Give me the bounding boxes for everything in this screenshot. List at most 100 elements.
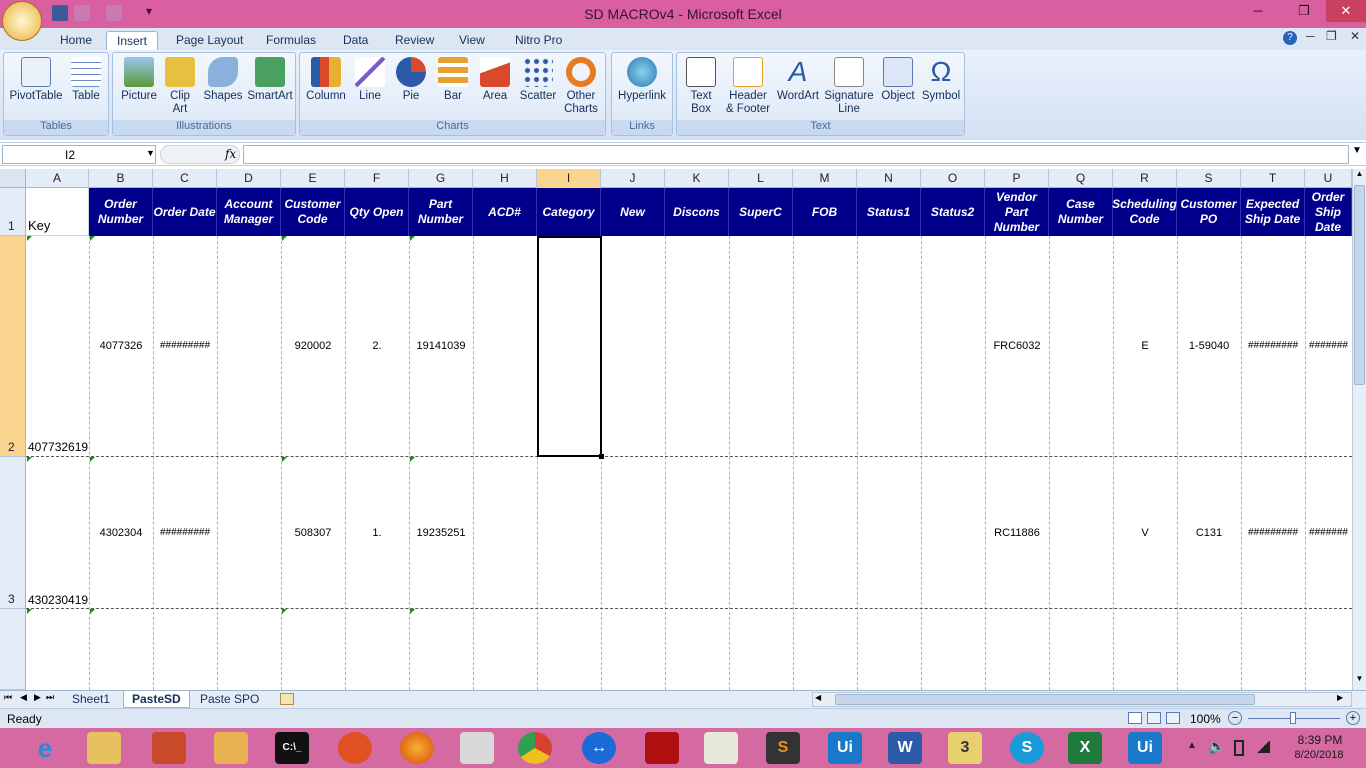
tab-page-layout[interactable]: Page Layout [166, 31, 253, 50]
cell-t2[interactable]: ######### [1241, 340, 1305, 351]
horizontal-scrollbar[interactable]: ◀ ▶ [812, 692, 1352, 707]
header-expected-ship-date[interactable]: Expected Ship Date [1241, 188, 1305, 236]
header-customer-code[interactable]: Customer Code [281, 188, 345, 236]
column-header[interactable]: B [89, 169, 153, 188]
tab-formulas[interactable]: Formulas [256, 31, 326, 50]
calculator-icon[interactable] [460, 732, 494, 764]
header-discons[interactable]: Discons [665, 188, 729, 236]
folder-app-icon[interactable] [152, 732, 186, 764]
pivottable-button[interactable]: PivotTable [6, 57, 66, 103]
signature-line-button[interactable]: Signature Line [823, 57, 875, 116]
header-part-number[interactable]: Part Number [409, 188, 473, 236]
office-button[interactable] [2, 1, 42, 41]
cell-s3[interactable]: C131 [1177, 527, 1241, 539]
skype-icon[interactable]: S [1010, 732, 1044, 764]
uipath-icon[interactable]: Ui [828, 732, 862, 764]
explorer-icon[interactable] [87, 732, 121, 764]
cell-u3[interactable]: ####### [1305, 527, 1352, 538]
tab-home[interactable]: Home [50, 31, 102, 50]
tab-insert[interactable]: Insert [106, 31, 159, 50]
cell-p2[interactable]: FRC6032 [985, 340, 1049, 352]
ribbon-close-icon[interactable]: ✕ [1350, 29, 1360, 43]
tray-overflow-icon[interactable]: ▲ [1187, 740, 1197, 751]
select-all-button[interactable] [0, 169, 26, 188]
header-qty-open[interactable]: Qty Open [345, 188, 409, 236]
zoom-level[interactable]: 100% [1190, 712, 1221, 726]
tab-nitro-pro[interactable]: Nitro Pro [505, 31, 572, 50]
scroll-up-icon[interactable]: ▲ [1353, 169, 1366, 183]
cell-a2[interactable]: 407732619 [28, 440, 90, 454]
cell-c3[interactable]: ######### [153, 527, 217, 538]
object-button[interactable]: Object [877, 57, 919, 103]
sheet-tab-sheet1[interactable]: Sheet1 [64, 691, 118, 708]
active-cell-i2[interactable] [537, 236, 602, 457]
column-header-selected[interactable]: I [537, 169, 601, 188]
first-sheet-icon[interactable]: ⏮ [4, 692, 12, 703]
normal-view-icon[interactable] [1128, 712, 1142, 724]
column-header[interactable]: O [921, 169, 985, 188]
header-order-date[interactable]: Order Date [153, 188, 217, 236]
chrome-icon[interactable] [518, 732, 552, 764]
page-layout-view-icon[interactable] [1147, 712, 1161, 724]
cell-b2[interactable]: 4077326 [89, 340, 153, 352]
cell-s2[interactable]: 1-59040 [1177, 340, 1241, 352]
outlook-icon[interactable] [214, 732, 248, 764]
clock-time[interactable]: 8:39 PM [1290, 733, 1350, 747]
line-chart-button[interactable]: Line [350, 57, 390, 103]
formula-input[interactable] [243, 145, 1349, 164]
cmd-icon[interactable]: C:\_ [275, 732, 309, 764]
column-header[interactable]: H [473, 169, 537, 188]
prev-sheet-icon[interactable]: ◀ [20, 692, 27, 703]
column-header[interactable]: K [665, 169, 729, 188]
table-button[interactable]: Table [66, 57, 106, 103]
page-break-view-icon[interactable] [1166, 712, 1180, 724]
column-header[interactable]: P [985, 169, 1049, 188]
expand-formula-icon[interactable]: ▼ [1352, 145, 1362, 156]
area-chart-button[interactable]: Area [476, 57, 514, 103]
clock-date[interactable]: 8/20/2018 [1284, 749, 1354, 761]
column-header[interactable]: R [1113, 169, 1177, 188]
bar-chart-button[interactable]: Bar [434, 57, 472, 103]
column-chart-button[interactable]: Column [302, 57, 350, 103]
network-icon[interactable] [1256, 741, 1270, 753]
column-header[interactable]: A [26, 169, 89, 188]
insert-sheet-icon[interactable] [280, 693, 294, 705]
tab-review[interactable]: Review [385, 31, 444, 50]
header-status1[interactable]: Status1 [857, 188, 921, 236]
column-header[interactable]: E [281, 169, 345, 188]
battery-icon[interactable] [1234, 740, 1244, 756]
ie-icon[interactable]: e [28, 732, 62, 764]
clip-art-button[interactable]: Clip Art [163, 57, 197, 116]
column-header[interactable]: C [153, 169, 217, 188]
scroll-left-icon[interactable]: ◀ [815, 693, 821, 702]
header-order-number[interactable]: Order Number [89, 188, 153, 236]
hyperlink-button[interactable]: Hyperlink [614, 57, 670, 103]
volume-icon[interactable]: 🔈 [1208, 738, 1225, 755]
help-icon[interactable]: ? [1283, 31, 1297, 45]
column-header[interactable]: S [1177, 169, 1241, 188]
other-charts-button[interactable]: Other Charts [560, 57, 602, 116]
header-scheduling-code[interactable]: Scheduling Code [1112, 188, 1177, 236]
zoom-slider-thumb[interactable] [1290, 712, 1296, 724]
scroll-thumb[interactable] [1354, 185, 1365, 385]
minimize-button[interactable]: ─ [1236, 0, 1280, 22]
cell-r2[interactable]: E [1113, 340, 1177, 352]
tools-icon[interactable] [338, 732, 372, 764]
vertical-scrollbar[interactable]: ▲ ▼ [1352, 169, 1366, 690]
text-box-button[interactable]: Text Box [679, 57, 723, 116]
header-account-manager[interactable]: Account Manager [217, 188, 281, 236]
scroll-right-icon[interactable]: ▶ [1337, 693, 1343, 702]
cell-c2[interactable]: ######### [153, 340, 217, 351]
column-header[interactable]: U [1305, 169, 1352, 188]
fx-icon[interactable]: fx [225, 147, 236, 161]
header-order-ship-date[interactable]: Order Ship Date [1305, 188, 1352, 236]
header-case-number[interactable]: Case Number [1049, 188, 1113, 236]
header-status2[interactable]: Status2 [921, 188, 985, 236]
symbol-button[interactable]: Ω Symbol [919, 57, 963, 103]
header-category[interactable]: Category [537, 188, 601, 236]
header-fob[interactable]: FOB [793, 188, 857, 236]
sheet-tab-pastesd[interactable]: PasteSD [123, 691, 190, 708]
zoom-in-icon[interactable]: + [1346, 711, 1360, 725]
column-header[interactable]: D [217, 169, 281, 188]
smartart-button[interactable]: SmartArt [245, 57, 295, 103]
